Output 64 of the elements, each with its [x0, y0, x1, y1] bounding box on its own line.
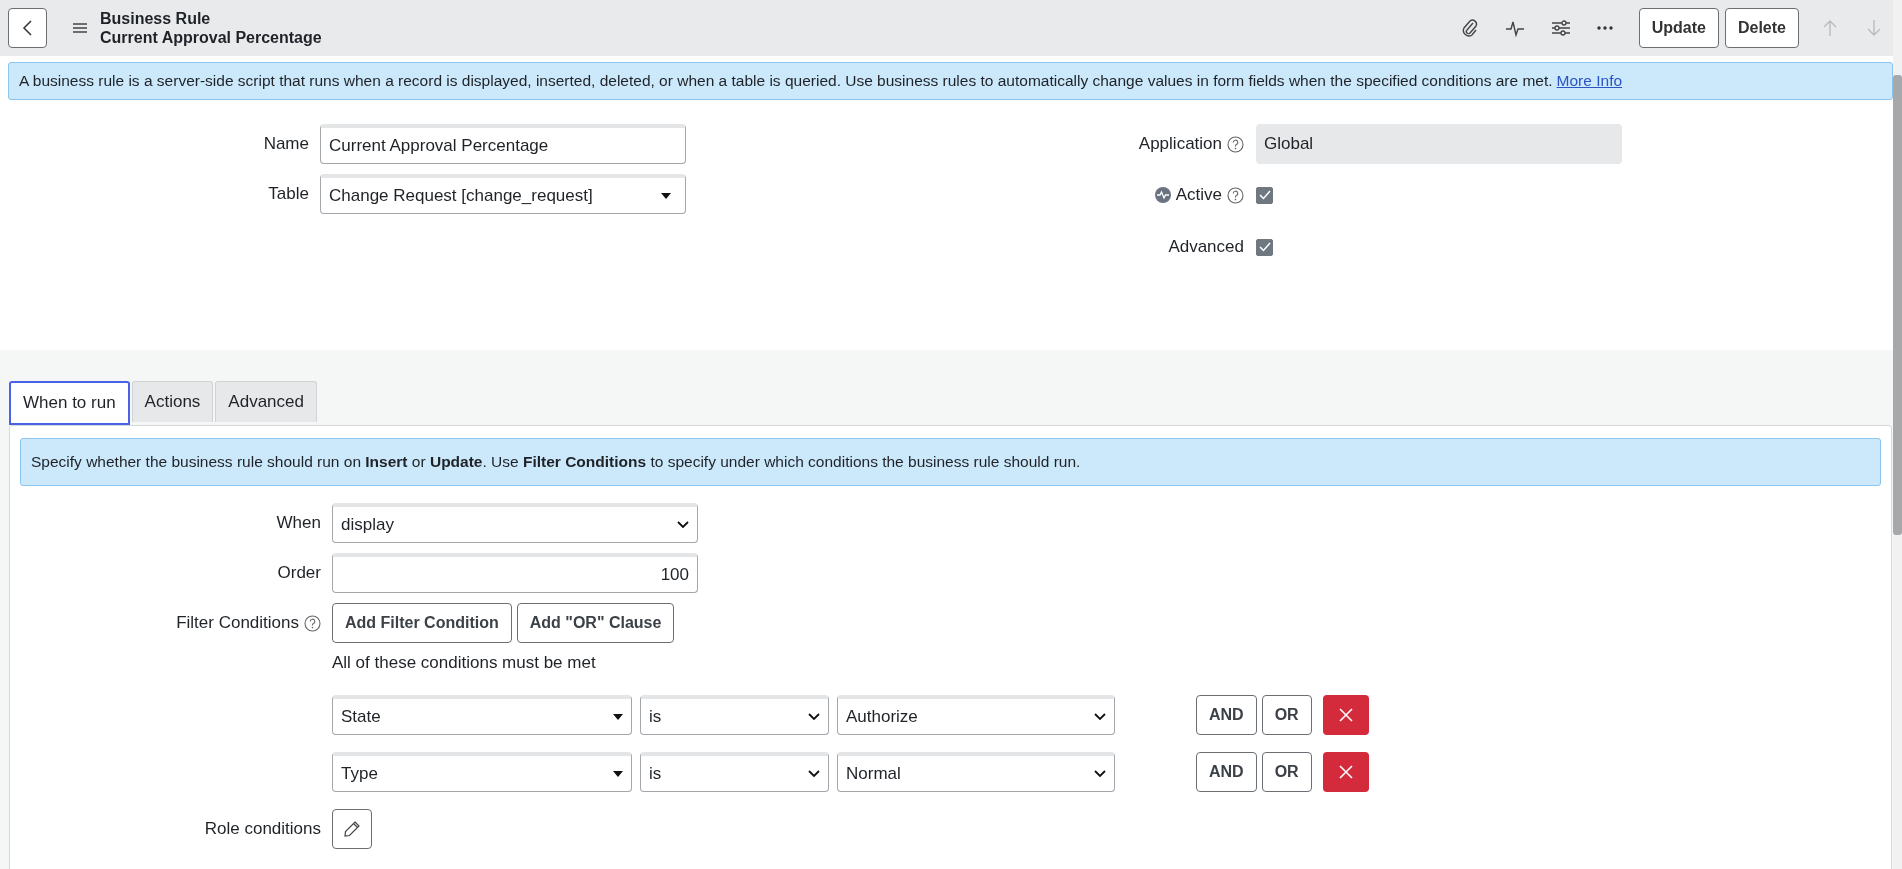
value-dropdown[interactable]: Normal: [837, 752, 1115, 792]
text-field[interactable]: Current Approval Percentage: [320, 124, 686, 164]
sliders-icon[interactable]: [1550, 20, 1571, 36]
help-icon[interactable]: [304, 614, 321, 632]
tab[interactable]: Actions: [131, 381, 214, 422]
and-button[interactable]: AND: [1196, 752, 1257, 792]
menu-icon[interactable]: [73, 23, 87, 33]
select-dropdown[interactable]: display: [332, 503, 698, 543]
close-icon: [1338, 765, 1353, 779]
field-label: Active: [1175, 185, 1222, 205]
pencil-icon: [343, 820, 361, 838]
operator-dropdown[interactable]: is: [640, 752, 829, 792]
edit-button[interactable]: [332, 809, 372, 849]
field-label: Filter Conditions: [176, 613, 299, 633]
field-label: Order: [277, 563, 321, 583]
chevron-down-icon: [1094, 712, 1106, 721]
checkbox[interactable]: [1256, 238, 1273, 256]
paperclip-icon[interactable]: [1460, 18, 1479, 38]
field-label: When: [276, 513, 321, 533]
field-label: Advanced: [1168, 237, 1244, 257]
back-button[interactable]: [8, 8, 47, 48]
field-dropdown[interactable]: State: [332, 695, 632, 735]
tab[interactable]: When to run: [9, 381, 130, 425]
field-label: Name: [263, 134, 309, 154]
field-label: Table: [268, 184, 309, 204]
tab[interactable]: Advanced: [215, 381, 317, 422]
chevron-down-icon: [1094, 769, 1106, 778]
help-icon[interactable]: [1227, 135, 1244, 153]
info-text: A business rule is a server-side script that runs when a record is displayed, inserted, deleted, or when a table is queried. Use business rules to automatically change values in form fields when the specified conditions are met.: [19, 72, 1553, 89]
field-label: Application: [1138, 134, 1222, 154]
conditions-note: All of these conditions must be met: [332, 653, 596, 672]
chevron-down-icon: [808, 712, 820, 721]
number-field[interactable]: 100: [332, 553, 698, 593]
pulse-icon[interactable]: [1504, 19, 1525, 37]
form-type-title: Business Rule: [100, 9, 212, 28]
chevron-left-icon: [20, 19, 35, 37]
update-button[interactable]: Update: [1638, 8, 1719, 48]
delete-button[interactable]: Delete: [1724, 8, 1799, 48]
more-icon[interactable]: [1596, 26, 1613, 30]
field-dropdown[interactable]: Type: [332, 752, 632, 792]
delete-condition-button[interactable]: [1322, 752, 1369, 792]
value-dropdown[interactable]: Authorize: [837, 695, 1115, 735]
scrollbar[interactable]: [1893, 0, 1902, 869]
caret-down-icon: [613, 713, 623, 720]
readonly-field: Global: [1256, 124, 1622, 164]
help-icon[interactable]: [1227, 186, 1244, 204]
more-info-link[interactable]: More Info: [1556, 72, 1623, 89]
operator-dropdown[interactable]: is: [640, 695, 829, 735]
delete-condition-button[interactable]: [1322, 695, 1369, 735]
or-button[interactable]: OR: [1261, 695, 1312, 735]
record-title: Current Approval Percentage: [100, 28, 322, 47]
info-text: Specify whether the business rule should run on Insert or Update. Use Filter Conditions to specify under which conditions the business rule should run.: [31, 453, 1081, 470]
chevron-down-icon: [808, 769, 820, 778]
and-button[interactable]: AND: [1196, 695, 1257, 735]
field-label: Role conditions: [204, 819, 321, 839]
caret-down-icon: [613, 770, 623, 777]
reference-dropdown[interactable]: Change Request [change_request]: [320, 174, 686, 214]
chevron-down-icon: [677, 520, 689, 529]
close-icon: [1338, 708, 1353, 722]
or-button[interactable]: OR: [1261, 752, 1312, 792]
add-filter-condition-button[interactable]: Add Filter Condition: [332, 603, 512, 643]
checkbox[interactable]: [1256, 186, 1273, 204]
add-or-clause-button[interactable]: Add "OR" Clause: [516, 603, 675, 643]
caret-down-icon: [661, 192, 671, 199]
